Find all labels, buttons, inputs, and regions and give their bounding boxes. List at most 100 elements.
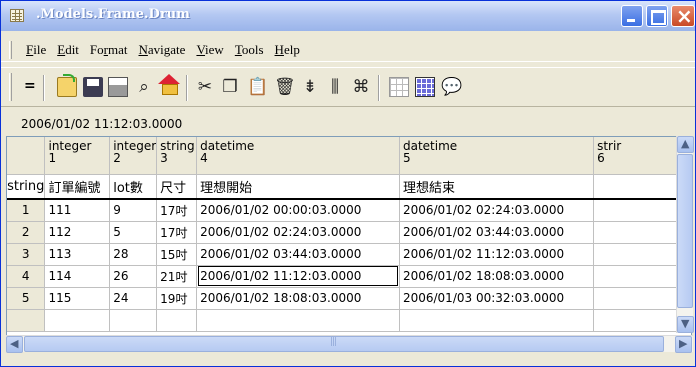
open-folder-icon[interactable] — [57, 74, 77, 97]
grid-cell[interactable]: 112 — [44, 221, 111, 244]
grid-cell[interactable]: 21吋 — [156, 265, 198, 288]
grid-view-icon[interactable] — [389, 77, 409, 97]
home-icon[interactable] — [158, 74, 180, 95]
grid-cell[interactable]: 113 — [44, 243, 111, 266]
column-type: datetime — [200, 139, 255, 153]
grid-cell[interactable]: 2006/01/03 00:32:03.0000 — [399, 287, 595, 310]
menu-item[interactable]: Help — [271, 41, 307, 59]
grid-cell[interactable]: 2006/01/02 18:08:03.0000 — [399, 265, 595, 288]
menu-item[interactable]: Format — [86, 41, 135, 59]
grid-cell[interactable]: 2006/01/02 03:44:03.0000 — [399, 221, 595, 244]
grid-cell[interactable]: 115 — [44, 287, 111, 310]
column-type-header[interactable]: datetime 4 — [196, 137, 400, 175]
column-index: 3 — [160, 151, 168, 165]
grid-cell[interactable]: 2006/01/02 18:08:03.0000 — [196, 287, 400, 310]
menu-item[interactable]: View — [192, 41, 230, 59]
vertical-scrollbar[interactable]: ▲ ▼ — [676, 136, 694, 333]
grid-corner[interactable] — [7, 137, 46, 175]
grid-cell[interactable]: 5 — [109, 221, 158, 244]
equals-button[interactable]: = — [24, 78, 36, 94]
column-name-cell[interactable]: lot數 — [109, 174, 158, 200]
row-number[interactable]: 4 — [7, 265, 46, 288]
grid-cell[interactable]: 2006/01/02 11:12:03.0000 — [196, 265, 400, 288]
row-number[interactable]: 5 — [7, 287, 46, 310]
grid-cell[interactable]: 19吋 — [156, 287, 198, 310]
grid-cell[interactable] — [44, 309, 111, 332]
grid-cell[interactable]: 24 — [109, 287, 158, 310]
menu-bar: File Edit Format Navigate View Tools Help — [1, 38, 695, 62]
column-type-header[interactable]: integer 1 — [44, 137, 111, 175]
delete-icon[interactable]: 🗑 — [274, 77, 296, 97]
table-row: 4 114 26 21吋 2006/01/02 11:12:03.0000 2006/01… — [7, 265, 691, 288]
copy-icon[interactable]: ❐ — [220, 77, 240, 97]
column-index: 5 — [402, 151, 411, 165]
column-type-header[interactable]: datetime 5 — [399, 137, 595, 175]
grid-cell[interactable] — [399, 309, 595, 332]
grid-cell[interactable]: 111 — [44, 199, 111, 222]
grid-cell[interactable]: 2006/01/02 02:24:03.0000 — [196, 221, 400, 244]
grid-cell[interactable]: 114 — [44, 265, 111, 288]
grid-cell[interactable]: 26 — [109, 265, 158, 288]
insert-column-icon[interactable]: ⫼ — [325, 77, 345, 97]
row-number[interactable]: 2 — [7, 221, 46, 244]
title-bar[interactable]: .Models.Frame.Drum — [1, 1, 695, 31]
app-icon — [10, 9, 24, 22]
column-type: datetime — [402, 139, 458, 153]
column-index: 2 — [113, 151, 121, 165]
column-type-header[interactable]: integer 2 — [109, 137, 158, 175]
vertical-scroll-thumb[interactable] — [677, 154, 693, 308]
paste-icon[interactable]: 📋 — [247, 77, 268, 97]
find-icon[interactable]: ⌕ — [134, 77, 154, 97]
scroll-left-button[interactable]: ◀ — [6, 336, 23, 353]
row-number[interactable]: 1 — [7, 199, 46, 222]
toolbar-grip[interactable] — [9, 73, 12, 101]
grid-cell[interactable]: 28 — [109, 243, 158, 266]
menu-grip[interactable] — [9, 40, 12, 59]
column-name-cell[interactable]: 理想開始 — [196, 174, 400, 200]
row-number[interactable] — [7, 309, 46, 332]
grid-cell[interactable]: 2006/01/02 02:24:03.0000 — [399, 199, 595, 222]
save-icon[interactable] — [83, 77, 103, 97]
grid-cell[interactable]: 17吋 — [156, 199, 198, 222]
column-name-cell[interactable]: 理想結束 — [399, 174, 595, 200]
comment-icon[interactable]: 💬 — [441, 77, 462, 97]
scroll-right-button[interactable]: ▶ — [675, 336, 692, 353]
grid-cell[interactable]: 2006/01/02 03:44:03.0000 — [196, 243, 400, 266]
menu-item[interactable]: Tools — [231, 41, 271, 59]
row-header-label: string — [7, 174, 46, 200]
maximize-button[interactable] — [646, 5, 668, 27]
window-title: .Models.Frame.Drum — [36, 7, 190, 22]
column-name-cell[interactable]: 尺寸 — [156, 174, 198, 200]
scroll-up-button[interactable]: ▲ — [677, 136, 694, 153]
insert-row-icon[interactable]: ⇟ — [300, 77, 320, 97]
cut-icon[interactable]: ✂ — [195, 77, 215, 97]
grid-cell[interactable] — [109, 309, 158, 332]
column-type-header[interactable]: string 3 — [156, 137, 198, 175]
horizontal-scrollbar[interactable]: ◀ ▶ — [6, 335, 693, 353]
grid-cell[interactable] — [156, 309, 198, 332]
grid-cell[interactable] — [196, 309, 400, 332]
grid-cell[interactable]: 17吋 — [156, 221, 198, 244]
grid-cell[interactable]: 15吋 — [156, 243, 198, 266]
close-button[interactable] — [671, 4, 695, 28]
toolbar-separator — [378, 75, 380, 101]
grid-cell[interactable]: 2006/01/02 11:12:03.0000 — [399, 243, 595, 266]
menu-items: File Edit Format Navigate View Tools Help — [22, 41, 307, 59]
binoculars-icon[interactable]: ⌘ — [351, 77, 371, 97]
toolbar: = ⌕ ✂ ❐ 📋 🗑 ⇟ ⫼ ⌘ 💬 — [1, 67, 695, 107]
grid-cell[interactable]: 9 — [109, 199, 158, 222]
minimize-button[interactable] — [621, 5, 643, 27]
menu-item[interactable]: File — [22, 41, 53, 59]
column-index: 1 — [48, 151, 57, 165]
table-row: 1 111 9 17吋 2006/01/02 00:00:03.0000 2006/01/… — [7, 199, 691, 222]
horizontal-scroll-thumb[interactable] — [24, 336, 664, 352]
table-row: 5 115 24 19吋 2006/01/02 18:08:03.0000 2006/01… — [7, 287, 691, 310]
menu-item[interactable]: Navigate — [135, 41, 193, 59]
scroll-down-button[interactable]: ▼ — [677, 316, 694, 333]
grid-cell[interactable]: 2006/01/02 00:00:03.0000 — [196, 199, 400, 222]
menu-item[interactable]: Edit — [53, 41, 86, 59]
column-name-cell[interactable]: 訂單編號 — [44, 174, 111, 200]
row-number[interactable]: 3 — [7, 243, 46, 266]
table-view-icon[interactable] — [415, 77, 435, 97]
print-icon[interactable] — [108, 77, 128, 97]
